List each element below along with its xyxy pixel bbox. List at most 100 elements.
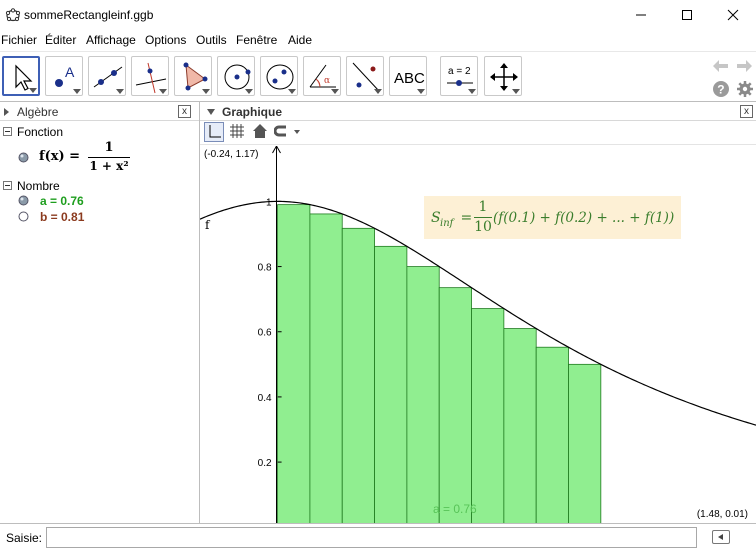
keyboard-toggle-button[interactable] xyxy=(712,530,730,544)
redo-icon xyxy=(737,60,752,72)
riemann-rectangle[interactable] xyxy=(438,287,472,524)
formula-frac-bar xyxy=(474,217,492,218)
riemann-rectangle[interactable] xyxy=(503,328,537,524)
riemann-rectangle[interactable] xyxy=(406,266,440,524)
menu-bar: Fichier Éditer Affichage Options Outils … xyxy=(0,30,756,51)
y-tick-label: 0.2 xyxy=(258,458,272,469)
expand-triangle-icon[interactable] xyxy=(3,107,11,117)
perpendicular-tool[interactable] xyxy=(131,56,169,96)
slider-a-label[interactable]: a = 0.76 xyxy=(433,502,477,516)
formula-box[interactable]: S inf = 1 10 (f(0.1) + f(0.2) + ... + f(… xyxy=(424,196,681,239)
redo-button[interactable] xyxy=(733,57,755,77)
collapse-icon[interactable] xyxy=(3,127,12,136)
corner-top-left-coords: (-0.24, 1.17) xyxy=(204,149,259,160)
standard-view-button[interactable] xyxy=(251,122,271,142)
close-window-button[interactable] xyxy=(710,0,756,30)
maximize-button[interactable] xyxy=(664,0,710,30)
menu-outils[interactable]: Outils xyxy=(196,33,227,47)
collapse-triangle-icon[interactable] xyxy=(206,108,216,116)
input-label: Saisie: xyxy=(6,531,43,545)
reflect-tool[interactable] xyxy=(346,56,384,96)
riemann-rectangle[interactable] xyxy=(277,204,311,524)
slider-b-value[interactable]: b = 0.81 xyxy=(40,210,84,224)
riemann-rectangle[interactable] xyxy=(568,363,602,524)
magnet-icon xyxy=(273,125,300,137)
svg-text:?: ? xyxy=(717,83,724,97)
grid-toggle-button[interactable] xyxy=(228,122,248,142)
graphics-title: Graphique xyxy=(222,105,283,119)
menu-fichier[interactable]: Fichier xyxy=(1,33,37,47)
help-icon: ? xyxy=(713,81,729,97)
window-title: sommeRectangleinf.ggb xyxy=(24,8,154,22)
svg-text:α: α xyxy=(324,76,330,86)
function-section-label: Fonction xyxy=(17,125,64,139)
collapse-icon[interactable] xyxy=(3,181,12,190)
slider-tool[interactable]: a = 2 xyxy=(440,56,478,96)
toolbar: A α ABC a = 2 ? xyxy=(0,51,756,102)
function-denominator: 1 + x² xyxy=(89,159,129,173)
menu-aide[interactable]: Aide xyxy=(288,33,312,47)
text-tool[interactable]: ABC xyxy=(389,56,427,96)
corner-bottom-right-coords: (1.48, 0.01) xyxy=(696,509,748,520)
minimize-button[interactable] xyxy=(618,0,664,30)
fraction-bar xyxy=(88,157,130,158)
home-icon xyxy=(253,124,267,138)
menu-fenetre[interactable]: Fenêtre xyxy=(236,33,277,47)
algebra-view: Algèbre x Fonction f(x) = 1 1 + x² Nombr… xyxy=(0,102,200,523)
close-algebra-button[interactable]: x xyxy=(178,105,191,118)
number-section-label: Nombre xyxy=(17,179,60,193)
riemann-rectangle[interactable] xyxy=(471,308,505,524)
y-tick-label: 0.4 xyxy=(258,393,272,404)
function-lhs: f(x) = xyxy=(39,149,81,164)
undo-button[interactable] xyxy=(710,57,732,77)
graphics-view: Graphique x 0.2 0.4 0.6 0.8 1 (-0.24, 1.17) … xyxy=(200,102,756,524)
conic-tool[interactable] xyxy=(260,56,298,96)
text-tool-label: ABC xyxy=(394,70,425,87)
maximize-icon xyxy=(682,10,692,20)
circle-tool[interactable] xyxy=(217,56,255,96)
help-button[interactable]: ? xyxy=(712,80,730,98)
visibility-toggle-f-icon[interactable] xyxy=(18,152,29,163)
close-icon xyxy=(727,9,739,21)
settings-button[interactable] xyxy=(736,80,754,98)
riemann-rectangle[interactable] xyxy=(309,213,343,524)
angle-tool[interactable]: α xyxy=(303,56,341,96)
axes-icon xyxy=(209,125,221,138)
menu-editer[interactable]: Éditer xyxy=(45,33,76,47)
menu-options[interactable]: Options xyxy=(145,33,186,47)
curve-label-f[interactable]: f xyxy=(205,218,209,232)
riemann-rectangle[interactable] xyxy=(374,245,408,524)
formula-subscript: inf xyxy=(440,218,454,229)
function-numerator: 1 xyxy=(104,140,114,155)
visibility-toggle-b-icon[interactable] xyxy=(18,211,29,222)
riemann-rectangle[interactable] xyxy=(535,346,569,524)
axes-toggle-button[interactable] xyxy=(204,122,224,142)
minimize-icon xyxy=(636,14,646,16)
grid-icon xyxy=(230,124,244,138)
polygon-tool[interactable] xyxy=(174,56,212,96)
graphics-canvas[interactable]: 0.2 0.4 0.6 0.8 1 (-0.24, 1.17) (1.48, 0.01)… xyxy=(200,146,756,524)
formula-body: (f(0.1) + f(0.2) + ... + f(1)) xyxy=(493,210,675,226)
undo-icon xyxy=(713,60,728,72)
graphics-header: Graphique x xyxy=(200,102,756,121)
graphics-style-bar xyxy=(200,121,756,145)
title-bar: sommeRectangleinf.ggb xyxy=(0,0,756,30)
slider-a-value[interactable]: a = 0.76 xyxy=(40,194,84,208)
y-tick-label: 0.6 xyxy=(258,328,272,339)
formula-frac-den: 10 xyxy=(474,219,492,235)
gear-icon xyxy=(737,81,753,97)
close-graphics-button[interactable]: x xyxy=(740,105,753,118)
algebra-title: Algèbre xyxy=(17,105,59,119)
input-field[interactable] xyxy=(46,527,697,548)
svg-text:A: A xyxy=(65,64,75,80)
collapse-left-icon xyxy=(718,534,723,540)
line-tool[interactable] xyxy=(88,56,126,96)
point-capturing-dropdown[interactable] xyxy=(273,122,304,142)
input-bar: Saisie: xyxy=(0,523,756,550)
move-graphics-tool[interactable] xyxy=(484,56,522,96)
riemann-rectangle[interactable] xyxy=(341,227,375,524)
visibility-toggle-a-icon[interactable] xyxy=(18,195,29,206)
point-tool[interactable]: A xyxy=(45,56,83,96)
move-tool[interactable] xyxy=(2,56,40,96)
menu-affichage[interactable]: Affichage xyxy=(86,33,136,47)
